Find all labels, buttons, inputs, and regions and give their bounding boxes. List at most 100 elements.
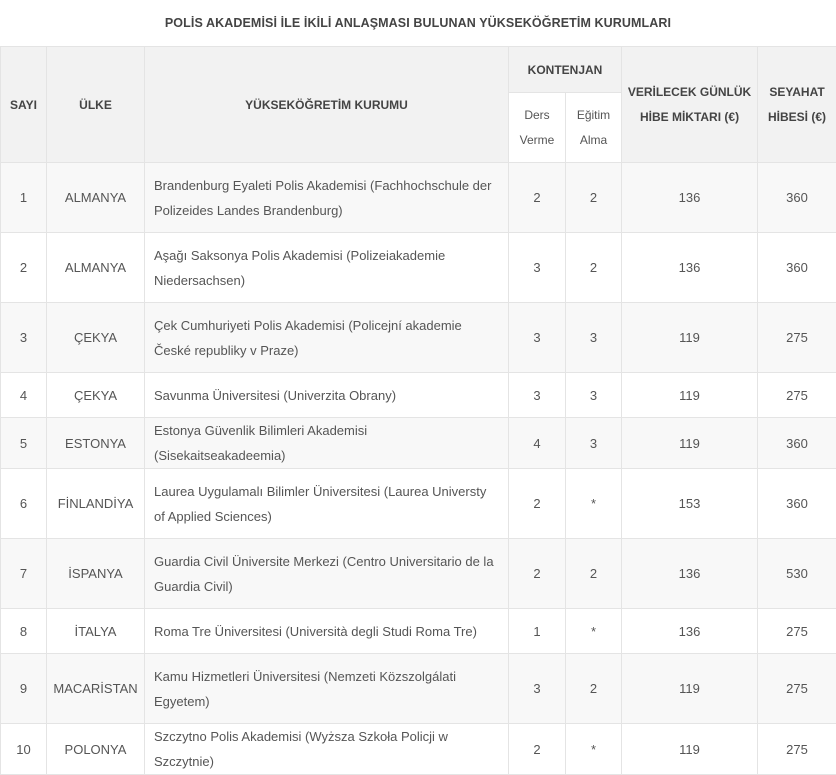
row-egitim-alma: * bbox=[566, 469, 622, 539]
row-country: İTALYA bbox=[47, 609, 145, 654]
header-sayi: SAYI bbox=[1, 47, 47, 163]
row-number: 7 bbox=[1, 539, 47, 609]
table-row: 6 FİNLANDİYA Laurea Uygulamalı Bilimler … bbox=[1, 469, 836, 539]
row-country: İSPANYA bbox=[47, 539, 145, 609]
row-institution: Estonya Güvenlik Bilimleri Akademisi (Si… bbox=[145, 418, 509, 469]
row-ders-verme: 2 bbox=[509, 469, 566, 539]
table-body: 1 ALMANYA Brandenburg Eyaleti Polis Akad… bbox=[1, 163, 836, 775]
row-egitim-alma: * bbox=[566, 609, 622, 654]
header-ders-verme: Ders Verme bbox=[509, 93, 566, 163]
row-egitim-alma: 3 bbox=[566, 373, 622, 418]
row-number: 1 bbox=[1, 163, 47, 233]
row-travel-grant: 360 bbox=[758, 418, 836, 469]
row-daily-grant: 119 bbox=[622, 654, 758, 724]
row-ders-verme: 3 bbox=[509, 303, 566, 373]
row-egitim-alma: 2 bbox=[566, 539, 622, 609]
header-egitim-alma-line1: Eğitim bbox=[566, 103, 621, 128]
table-row: 7 İSPANYA Guardia Civil Üniversite Merke… bbox=[1, 539, 836, 609]
row-country: POLONYA bbox=[47, 724, 145, 775]
table-row: 9 MACARİSTAN Kamu Hizmetleri Üniversites… bbox=[1, 654, 836, 724]
row-travel-grant: 275 bbox=[758, 724, 836, 775]
row-institution: Brandenburg Eyaleti Polis Akademisi (Fac… bbox=[145, 163, 509, 233]
row-ders-verme: 4 bbox=[509, 418, 566, 469]
header-seyahat-line1: SEYAHAT bbox=[758, 80, 836, 105]
table-title: POLİS AKADEMİSİ İLE İKİLİ ANLAŞMASI BULU… bbox=[0, 0, 836, 46]
table-row: 4 ÇEKYA Savunma Üniversitesi (Univerzita… bbox=[1, 373, 836, 418]
header-hibe-line1: VERİLECEK GÜNLÜK bbox=[622, 80, 757, 105]
row-daily-grant: 136 bbox=[622, 163, 758, 233]
row-number: 9 bbox=[1, 654, 47, 724]
header-egitim-alma-line2: Alma bbox=[566, 128, 621, 153]
row-number: 2 bbox=[1, 233, 47, 303]
row-country: ALMANYA bbox=[47, 163, 145, 233]
row-number: 4 bbox=[1, 373, 47, 418]
row-daily-grant: 136 bbox=[622, 539, 758, 609]
row-egitim-alma: 3 bbox=[566, 418, 622, 469]
row-institution: Kamu Hizmetleri Üniversitesi (Nemzeti Kö… bbox=[145, 654, 509, 724]
table-header: SAYI ÜLKE YÜKSEKÖĞRETİM KURUMU KONTENJAN… bbox=[1, 47, 836, 163]
row-daily-grant: 153 bbox=[622, 469, 758, 539]
row-institution: Savunma Üniversitesi (Univerzita Obrany) bbox=[145, 373, 509, 418]
header-seyahat: SEYAHAT HİBESİ (€) bbox=[758, 47, 836, 163]
row-ders-verme: 2 bbox=[509, 539, 566, 609]
row-daily-grant: 119 bbox=[622, 418, 758, 469]
row-institution: Çek Cumhuriyeti Polis Akademisi (Policej… bbox=[145, 303, 509, 373]
row-egitim-alma: 3 bbox=[566, 303, 622, 373]
header-hibe-line2: HİBE MİKTARI (€) bbox=[622, 105, 757, 130]
row-number: 6 bbox=[1, 469, 47, 539]
row-institution: Laurea Uygulamalı Bilimler Üniversitesi … bbox=[145, 469, 509, 539]
row-daily-grant: 136 bbox=[622, 609, 758, 654]
row-ders-verme: 3 bbox=[509, 373, 566, 418]
row-ders-verme: 2 bbox=[509, 163, 566, 233]
row-institution: Szczytno Polis Akademisi (Wyższa Szkoła … bbox=[145, 724, 509, 775]
header-hibe: VERİLECEK GÜNLÜK HİBE MİKTARI (€) bbox=[622, 47, 758, 163]
header-kontenjan: KONTENJAN bbox=[509, 47, 622, 93]
row-country: ÇEKYA bbox=[47, 373, 145, 418]
header-seyahat-line2: HİBESİ (€) bbox=[758, 105, 836, 130]
row-institution: Roma Tre Üniversitesi (Università degli … bbox=[145, 609, 509, 654]
row-number: 5 bbox=[1, 418, 47, 469]
header-kurum: YÜKSEKÖĞRETİM KURUMU bbox=[145, 47, 509, 163]
row-daily-grant: 119 bbox=[622, 303, 758, 373]
table-row: 10 POLONYA Szczytno Polis Akademisi (Wyż… bbox=[1, 724, 836, 775]
row-country: ÇEKYA bbox=[47, 303, 145, 373]
table-row: 5 ESTONYA Estonya Güvenlik Bilimleri Aka… bbox=[1, 418, 836, 469]
row-travel-grant: 360 bbox=[758, 233, 836, 303]
row-daily-grant: 119 bbox=[622, 373, 758, 418]
row-ders-verme: 1 bbox=[509, 609, 566, 654]
table-row: 2 ALMANYA Aşağı Saksonya Polis Akademisi… bbox=[1, 233, 836, 303]
row-travel-grant: 275 bbox=[758, 609, 836, 654]
row-institution: Guardia Civil Üniversite Merkezi (Centro… bbox=[145, 539, 509, 609]
table-row: 1 ALMANYA Brandenburg Eyaleti Polis Akad… bbox=[1, 163, 836, 233]
header-ulke: ÜLKE bbox=[47, 47, 145, 163]
row-travel-grant: 360 bbox=[758, 469, 836, 539]
row-travel-grant: 530 bbox=[758, 539, 836, 609]
row-egitim-alma: 2 bbox=[566, 163, 622, 233]
row-travel-grant: 360 bbox=[758, 163, 836, 233]
row-egitim-alma: 2 bbox=[566, 654, 622, 724]
table-row: 3 ÇEKYA Çek Cumhuriyeti Polis Akademisi … bbox=[1, 303, 836, 373]
header-ders-verme-line2: Verme bbox=[509, 128, 565, 153]
row-egitim-alma: 2 bbox=[566, 233, 622, 303]
row-country: FİNLANDİYA bbox=[47, 469, 145, 539]
row-number: 10 bbox=[1, 724, 47, 775]
row-travel-grant: 275 bbox=[758, 654, 836, 724]
row-number: 8 bbox=[1, 609, 47, 654]
row-travel-grant: 275 bbox=[758, 373, 836, 418]
row-egitim-alma: * bbox=[566, 724, 622, 775]
row-ders-verme: 3 bbox=[509, 233, 566, 303]
header-egitim-alma: Eğitim Alma bbox=[566, 93, 622, 163]
table-row: 8 İTALYA Roma Tre Üniversitesi (Universi… bbox=[1, 609, 836, 654]
row-travel-grant: 275 bbox=[758, 303, 836, 373]
row-ders-verme: 2 bbox=[509, 724, 566, 775]
row-number: 3 bbox=[1, 303, 47, 373]
row-institution: Aşağı Saksonya Polis Akademisi (Polizeia… bbox=[145, 233, 509, 303]
row-country: ESTONYA bbox=[47, 418, 145, 469]
header-ders-verme-line1: Ders bbox=[509, 103, 565, 128]
row-ders-verme: 3 bbox=[509, 654, 566, 724]
institutions-table: SAYI ÜLKE YÜKSEKÖĞRETİM KURUMU KONTENJAN… bbox=[0, 46, 836, 775]
row-daily-grant: 119 bbox=[622, 724, 758, 775]
row-country: MACARİSTAN bbox=[47, 654, 145, 724]
row-daily-grant: 136 bbox=[622, 233, 758, 303]
row-country: ALMANYA bbox=[47, 233, 145, 303]
